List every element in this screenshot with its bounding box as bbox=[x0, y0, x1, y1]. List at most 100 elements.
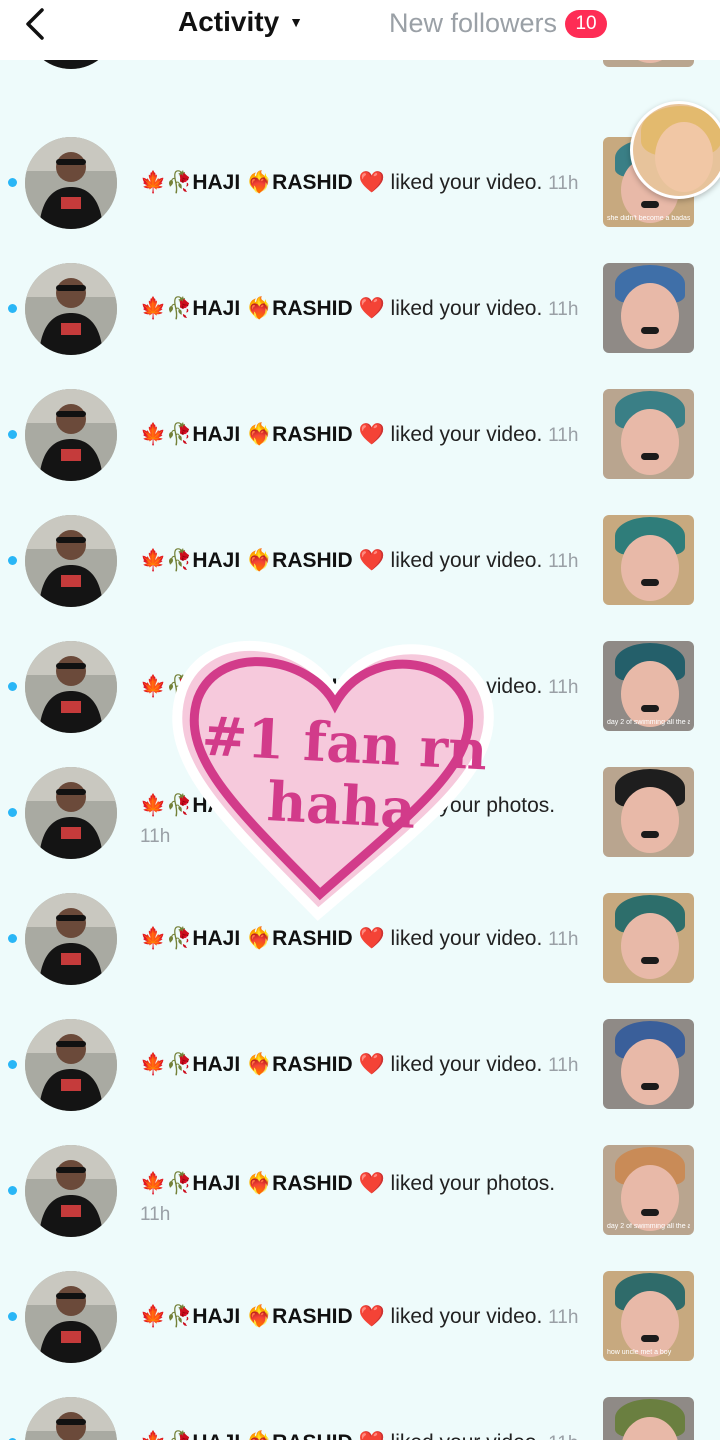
timestamp: 11h bbox=[548, 425, 579, 446]
avatar[interactable] bbox=[25, 137, 117, 229]
rose-icon: 🥀 bbox=[166, 1431, 192, 1440]
unread-dot bbox=[8, 1312, 17, 1321]
avatar[interactable] bbox=[25, 893, 117, 985]
avatar[interactable] bbox=[25, 641, 117, 733]
avatar[interactable] bbox=[25, 1019, 117, 1111]
thumbnail-caption: how uncle met a boy bbox=[607, 1349, 672, 1356]
avatar[interactable] bbox=[25, 1145, 117, 1237]
video-thumbnail[interactable]: how uncle met a boy bbox=[603, 1271, 694, 1361]
notification-text: 🍁🥀HAJI ❤️‍🔥RASHID ❤️ liked your video. 1… bbox=[140, 1428, 580, 1440]
username-first: HAJI bbox=[192, 1431, 240, 1440]
new-followers-badge: 10 bbox=[565, 9, 608, 38]
unread-dot bbox=[8, 808, 17, 817]
avatar[interactable] bbox=[25, 1397, 117, 1440]
video-thumbnail[interactable] bbox=[603, 767, 694, 857]
red-heart-icon: ❤️ bbox=[358, 1172, 385, 1195]
red-heart-icon: ❤️ bbox=[358, 1053, 385, 1076]
video-thumbnail[interactable] bbox=[603, 263, 694, 353]
heart-on-fire-icon: ❤️‍🔥 bbox=[246, 549, 273, 572]
notification-action: liked your video. bbox=[390, 1053, 543, 1076]
top-bar: Activity ▼ New followers 10 bbox=[0, 0, 720, 60]
avatar[interactable] bbox=[25, 1271, 117, 1363]
video-thumbnail[interactable] bbox=[603, 515, 694, 605]
username-last: RASHID bbox=[272, 1305, 353, 1328]
maple-leaf-icon: 🍁 bbox=[140, 927, 167, 950]
sticker-text: #1 fan rn haha bbox=[200, 703, 489, 841]
username-last: RASHID bbox=[272, 927, 353, 950]
heart-on-fire-icon: ❤️‍🔥 bbox=[246, 423, 273, 446]
red-heart-icon: ❤️ bbox=[358, 423, 385, 446]
video-thumbnail[interactable]: day 2 of swimming all the ah bbox=[603, 641, 694, 731]
avatar[interactable] bbox=[25, 767, 117, 859]
notification-action: liked your video. bbox=[390, 297, 543, 320]
username-last: RASHID bbox=[272, 1431, 353, 1440]
username-last: RASHID bbox=[272, 549, 353, 572]
notification-text: 🍁🥀HAJI ❤️‍🔥RASHID ❤️ liked your photos. 1… bbox=[140, 1169, 580, 1230]
activity-dropdown[interactable]: Activity ▼ bbox=[178, 6, 303, 38]
maple-leaf-icon: 🍁 bbox=[140, 1053, 167, 1076]
timestamp: 11h bbox=[548, 1055, 579, 1076]
username-first: HAJI bbox=[192, 297, 241, 320]
notification-row[interactable]: 🍁🥀HAJI ❤️‍🔥RASHID ❤️ liked your video. 1… bbox=[0, 1380, 720, 1440]
video-thumbnail[interactable] bbox=[603, 389, 694, 479]
caret-down-icon: ▼ bbox=[289, 14, 304, 30]
floating-avatar-bubble[interactable] bbox=[630, 101, 720, 199]
unread-dot bbox=[8, 682, 17, 691]
username-last: RASHID bbox=[272, 297, 353, 320]
heart-on-fire-icon: ❤️‍🔥 bbox=[246, 1431, 272, 1440]
red-heart-icon: ❤️ bbox=[358, 549, 385, 572]
chevron-left-icon bbox=[26, 8, 44, 40]
rose-icon: 🥀 bbox=[166, 1172, 193, 1195]
red-heart-icon: ❤️ bbox=[358, 171, 385, 194]
notification-text: 🍁🥀HAJI ❤️‍🔥RASHID ❤️ liked your video. 1… bbox=[140, 420, 580, 451]
maple-leaf-icon: 🍁 bbox=[140, 297, 167, 320]
video-thumbnail[interactable] bbox=[603, 893, 694, 983]
maple-leaf-icon: 🍁 bbox=[140, 675, 167, 698]
video-thumbnail[interactable]: day 2 of swimming all the ah bbox=[603, 1145, 694, 1235]
notification-action: liked your video. bbox=[390, 927, 543, 950]
rose-icon: 🥀 bbox=[166, 549, 193, 572]
fan-heart-sticker[interactable]: #1 fan rn haha bbox=[168, 632, 503, 927]
heart-on-fire-icon: ❤️‍🔥 bbox=[246, 171, 273, 194]
red-heart-icon: ❤️ bbox=[358, 927, 385, 950]
notification-row[interactable]: 🍁🥀HAJI ❤️‍🔥RASHID ❤️ liked your video. 1… bbox=[0, 246, 720, 372]
notification-row[interactable]: 🍁🥀HAJI ❤️‍🔥RASHID ❤️ liked your video. 1… bbox=[0, 498, 720, 624]
notification-row[interactable]: 🍁🥀HAJI ❤️‍🔥RASHID ❤️ liked your video. 1… bbox=[0, 372, 720, 498]
notification-action: liked your video. bbox=[390, 549, 543, 572]
username-last: RASHID bbox=[272, 423, 353, 446]
rose-icon: 🥀 bbox=[166, 171, 193, 194]
avatar[interactable] bbox=[25, 389, 117, 481]
username-first: HAJI bbox=[192, 1053, 241, 1076]
thumbnail-caption: day 2 of swimming all the ah bbox=[607, 719, 690, 726]
video-thumbnail[interactable] bbox=[603, 1019, 694, 1109]
rose-icon: 🥀 bbox=[166, 1305, 193, 1328]
red-heart-icon: ❤️ bbox=[359, 1431, 385, 1440]
notification-action: liked your video. bbox=[390, 1305, 543, 1328]
rose-icon: 🥀 bbox=[166, 423, 193, 446]
thumbnail-caption: day 2 of swimming all the ah bbox=[607, 1223, 690, 1230]
back-button[interactable] bbox=[18, 6, 54, 42]
timestamp: 11h bbox=[548, 551, 579, 572]
notification-row[interactable]: 🍁🥀HAJI ❤️‍🔥RASHID ❤️ liked your photos. 1… bbox=[0, 1128, 720, 1254]
video-thumbnail[interactable] bbox=[603, 1397, 694, 1440]
rose-icon: 🥀 bbox=[166, 1053, 193, 1076]
notification-row[interactable]: 🍁🥀HAJI ❤️‍🔥RASHID ❤️ liked your video. 1… bbox=[0, 120, 720, 246]
notification-action: liked your video. bbox=[390, 171, 543, 194]
timestamp: 11h bbox=[548, 1433, 578, 1440]
rose-icon: 🥀 bbox=[166, 297, 193, 320]
rose-icon: 🥀 bbox=[166, 927, 193, 950]
username-first: HAJI bbox=[192, 1305, 241, 1328]
heart-on-fire-icon: ❤️‍🔥 bbox=[246, 1305, 273, 1328]
notification-row[interactable]: 🍁🥀HAJI ❤️‍🔥RASHID ❤️ liked your video. 1… bbox=[0, 1002, 720, 1128]
new-followers-label: New followers bbox=[389, 8, 558, 38]
notification-text: 🍁🥀HAJI ❤️‍🔥RASHID ❤️ liked your video. 1… bbox=[140, 546, 580, 577]
avatar[interactable] bbox=[25, 515, 117, 607]
red-heart-icon: ❤️ bbox=[358, 1305, 385, 1328]
heart-on-fire-icon: ❤️‍🔥 bbox=[246, 1053, 273, 1076]
notification-row[interactable]: 🍁🥀HAJI ❤️‍🔥RASHID ❤️ liked your video. 1… bbox=[0, 1254, 720, 1380]
unread-dot bbox=[8, 1186, 17, 1195]
avatar[interactable] bbox=[25, 263, 117, 355]
new-followers-tab[interactable]: New followers 10 bbox=[389, 8, 608, 39]
timestamp: 11h bbox=[140, 1204, 171, 1225]
timestamp: 11h bbox=[548, 677, 579, 698]
